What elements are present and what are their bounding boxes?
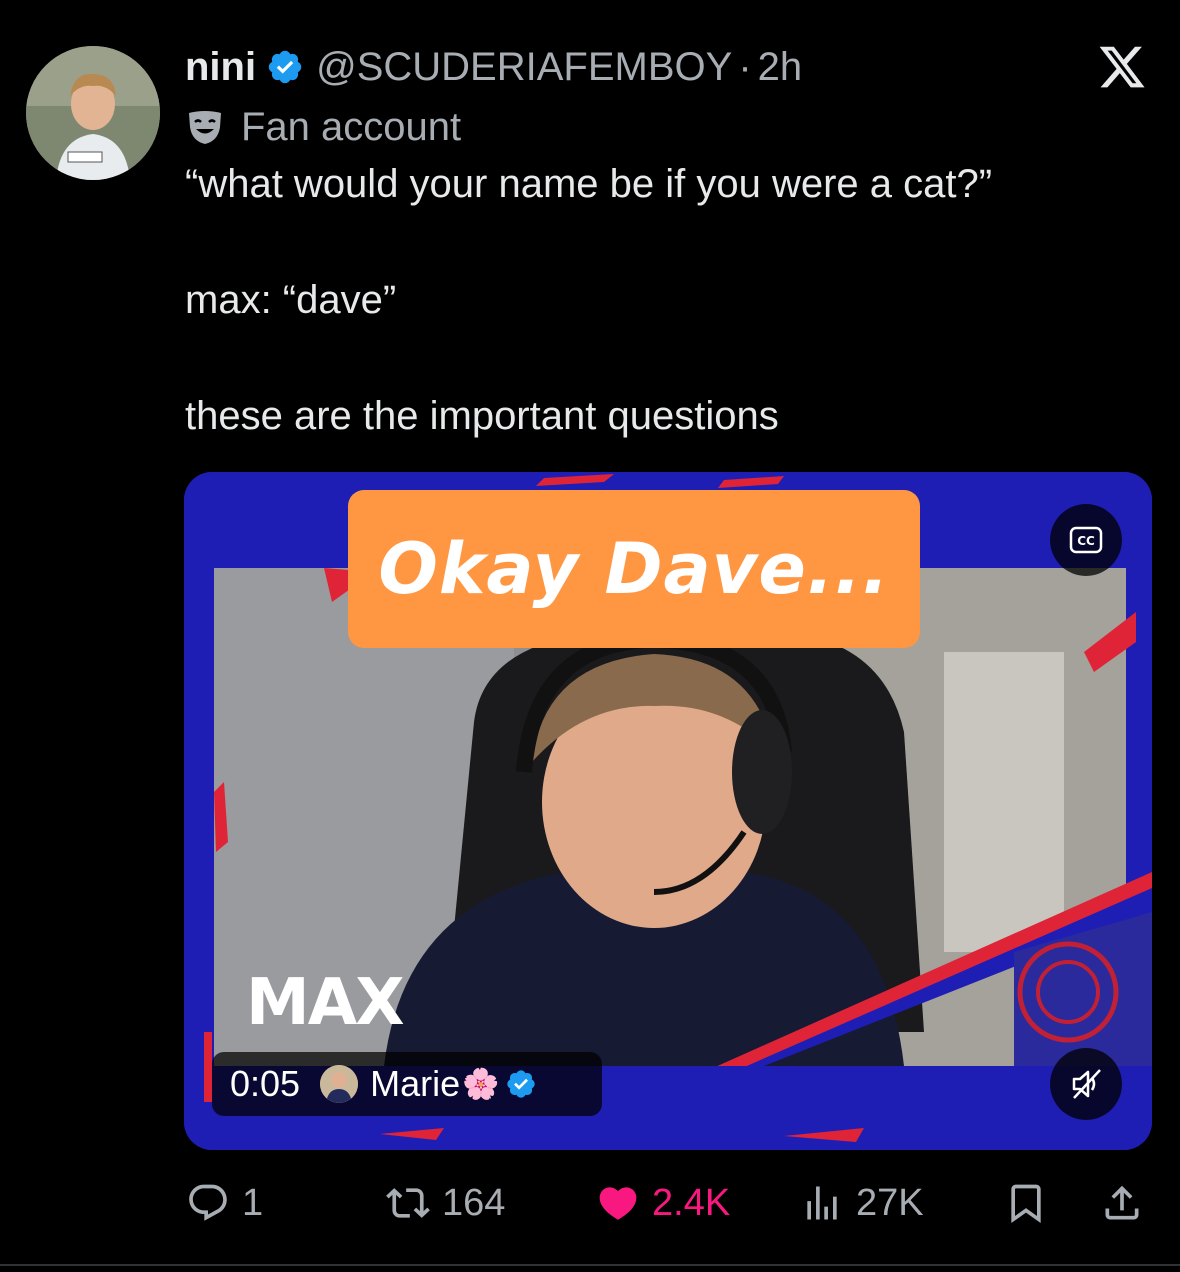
video-player[interactable]: Okay Dave... CC MAX 0:05 Marie 🌸 <box>184 472 1152 1150</box>
repost-button[interactable]: 164 <box>386 1170 505 1236</box>
views-icon <box>807 1186 837 1220</box>
avatar-image <box>26 46 160 180</box>
mute-button[interactable] <box>1050 1048 1122 1120</box>
display-name[interactable]: nini <box>185 45 256 90</box>
author-avatar[interactable] <box>26 46 160 180</box>
like-button[interactable]: 2.4K <box>596 1170 730 1236</box>
streamer-name-overlay: MAX <box>246 966 405 1040</box>
reply-count: 1 <box>242 1181 264 1224</box>
separator-dot: · <box>738 44 752 89</box>
uploader-name[interactable]: Marie <box>370 1063 460 1105</box>
caption-text: Okay Dave... <box>378 528 890 610</box>
tweet-text-line-2: max: “dave” <box>185 278 397 322</box>
like-count: 2.4K <box>652 1181 731 1224</box>
x-logo-icon[interactable] <box>1096 42 1148 92</box>
tweet-header: nini @SCUDERIAFEMBOY · 2h <box>185 40 802 94</box>
reply-button[interactable]: 1 <box>186 1170 263 1236</box>
bookmark-button[interactable] <box>1004 1170 1048 1236</box>
video-timestamp: 0:05 <box>230 1063 301 1104</box>
reply-icon <box>189 1184 227 1221</box>
handle[interactable]: @SCUDERIAFEMBOY <box>316 45 732 90</box>
share-button[interactable] <box>1100 1170 1144 1236</box>
views-count: 27K <box>856 1181 924 1224</box>
account-label-text: Fan account <box>241 104 462 149</box>
muted-speaker-icon <box>1072 1069 1101 1099</box>
repost-icon <box>386 1188 430 1218</box>
heart-icon <box>599 1187 637 1220</box>
verified-badge-icon <box>268 50 302 84</box>
bookmark-icon <box>1011 1184 1041 1224</box>
uploader-emoji: 🌸 <box>462 1067 500 1101</box>
video-info-bar: 0:05 Marie 🌸 <box>212 1052 602 1116</box>
repost-count: 164 <box>442 1181 506 1224</box>
divider <box>0 1264 1180 1266</box>
theater-mask-icon <box>189 111 221 144</box>
caption-banner: Okay Dave... <box>348 490 920 648</box>
views-button[interactable]: 27K <box>800 1170 924 1236</box>
action-bar: 1 164 2.4K 27K <box>0 1170 1180 1236</box>
post-time[interactable]: 2h <box>758 45 803 90</box>
closed-captions-icon: CC <box>1069 526 1103 554</box>
svg-text:CC: CC <box>1077 534 1095 548</box>
captions-button[interactable]: CC <box>1050 504 1122 576</box>
tweet-text-line-3: these are the important questions <box>185 394 779 438</box>
uploader-avatar[interactable] <box>320 1065 359 1103</box>
verified-badge-icon <box>507 1070 536 1098</box>
share-icon <box>1105 1185 1139 1220</box>
account-label[interactable]: Fan account <box>185 102 461 152</box>
tweet-text-line-1: “what would your name be if you were a c… <box>185 162 993 206</box>
uploader-avatar-image <box>320 1065 359 1103</box>
